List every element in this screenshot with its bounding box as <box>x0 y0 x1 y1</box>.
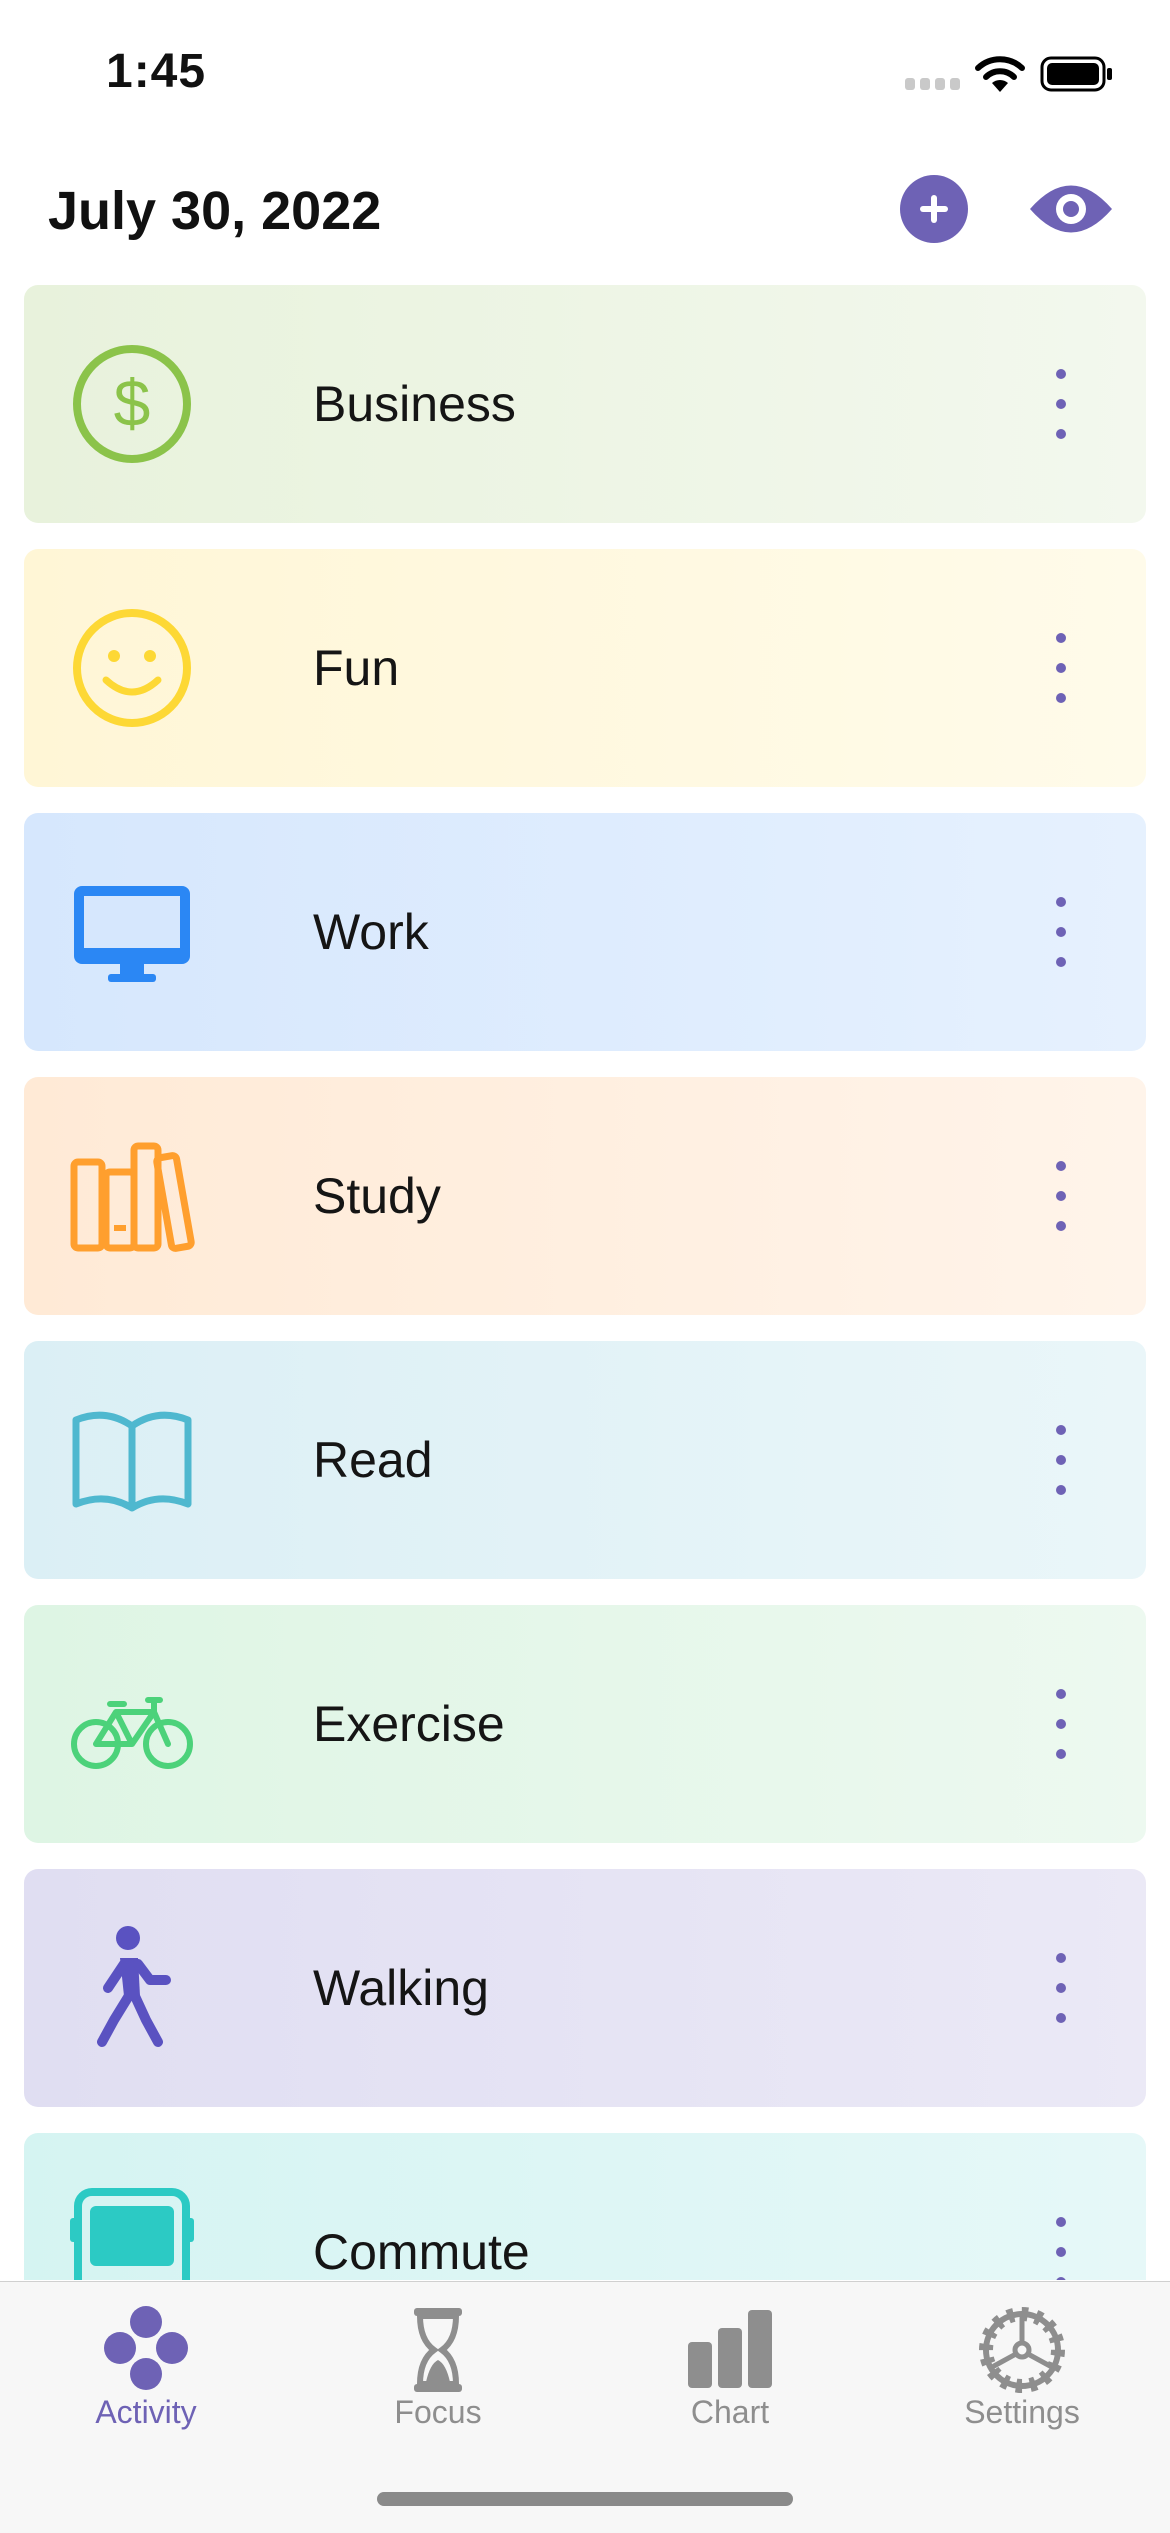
activity-label: Work <box>313 904 429 960</box>
bar-chart-icon <box>688 2310 772 2388</box>
more-options-button[interactable] <box>1050 1689 1072 1759</box>
walking-person-icon <box>97 1926 171 2047</box>
activity-label: Fun <box>313 640 400 696</box>
header: July 30, 2022 <box>0 150 1170 280</box>
eye-icon[interactable] <box>1026 172 1116 246</box>
activity-label: Read <box>313 1432 433 1488</box>
more-options-button[interactable] <box>1050 1425 1072 1495</box>
activity-label: Business <box>313 376 516 432</box>
more-options-button[interactable] <box>1050 897 1072 967</box>
status-bar: 1:45 <box>0 0 1170 140</box>
tab-activity[interactable]: Activity <box>0 2282 292 2452</box>
tab-label: Activity <box>95 2394 197 2430</box>
activity-card-exercise[interactable]: Exercise <box>24 1605 1146 1843</box>
desktop-monitor-icon <box>74 886 190 982</box>
activity-label: Commute <box>313 2224 530 2280</box>
activity-card-work[interactable]: Work <box>24 813 1146 1051</box>
activity-dots-icon <box>104 2306 188 2390</box>
open-book-icon <box>72 1411 192 1512</box>
more-options-button[interactable] <box>1050 1161 1072 1231</box>
more-options-button[interactable] <box>1050 2217 1072 2280</box>
tab-chart[interactable]: Chart <box>584 2282 876 2452</box>
gear-icon <box>979 2307 1065 2393</box>
activity-list: $ Business Fun Work Study Read Exercise … <box>24 285 1146 2280</box>
status-time: 1:45 <box>106 45 207 98</box>
add-activity-button[interactable] <box>900 175 968 243</box>
activity-label: Study <box>313 1168 441 1224</box>
tab-focus[interactable]: Focus <box>292 2282 584 2452</box>
more-options-button[interactable] <box>1050 1953 1072 2023</box>
tab-label: Focus <box>394 2394 482 2430</box>
activity-card-commute[interactable]: Commute <box>24 2133 1146 2280</box>
activity-label: Exercise <box>313 1696 505 1752</box>
home-indicator <box>377 2492 793 2506</box>
more-options-button[interactable] <box>1050 369 1072 439</box>
more-options-button[interactable] <box>1050 633 1072 703</box>
smiley-face-icon <box>73 609 191 727</box>
svg-text:$: $ <box>114 366 151 440</box>
activity-card-study[interactable]: Study <box>24 1077 1146 1315</box>
bicycle-icon <box>71 1697 193 1769</box>
battery-icon <box>1040 56 1112 92</box>
activity-card-business[interactable]: $ Business <box>24 285 1146 523</box>
page-title-date: July 30, 2022 <box>48 181 382 241</box>
dollar-circle-icon: $ <box>73 345 191 463</box>
tab-label: Settings <box>964 2394 1080 2430</box>
activity-label: Walking <box>313 1960 489 2016</box>
wifi-icon <box>975 56 1025 92</box>
activity-card-fun[interactable]: Fun <box>24 549 1146 787</box>
tab-label: Chart <box>690 2394 770 2430</box>
hourglass-icon <box>414 2308 462 2392</box>
bus-icon <box>70 2188 194 2280</box>
activity-card-read[interactable]: Read <box>24 1341 1146 1579</box>
cellular-signal-icon <box>905 78 961 92</box>
books-icon <box>70 1142 195 1252</box>
activity-card-walking[interactable]: Walking <box>24 1869 1146 2107</box>
tab-settings[interactable]: Settings <box>876 2282 1168 2452</box>
